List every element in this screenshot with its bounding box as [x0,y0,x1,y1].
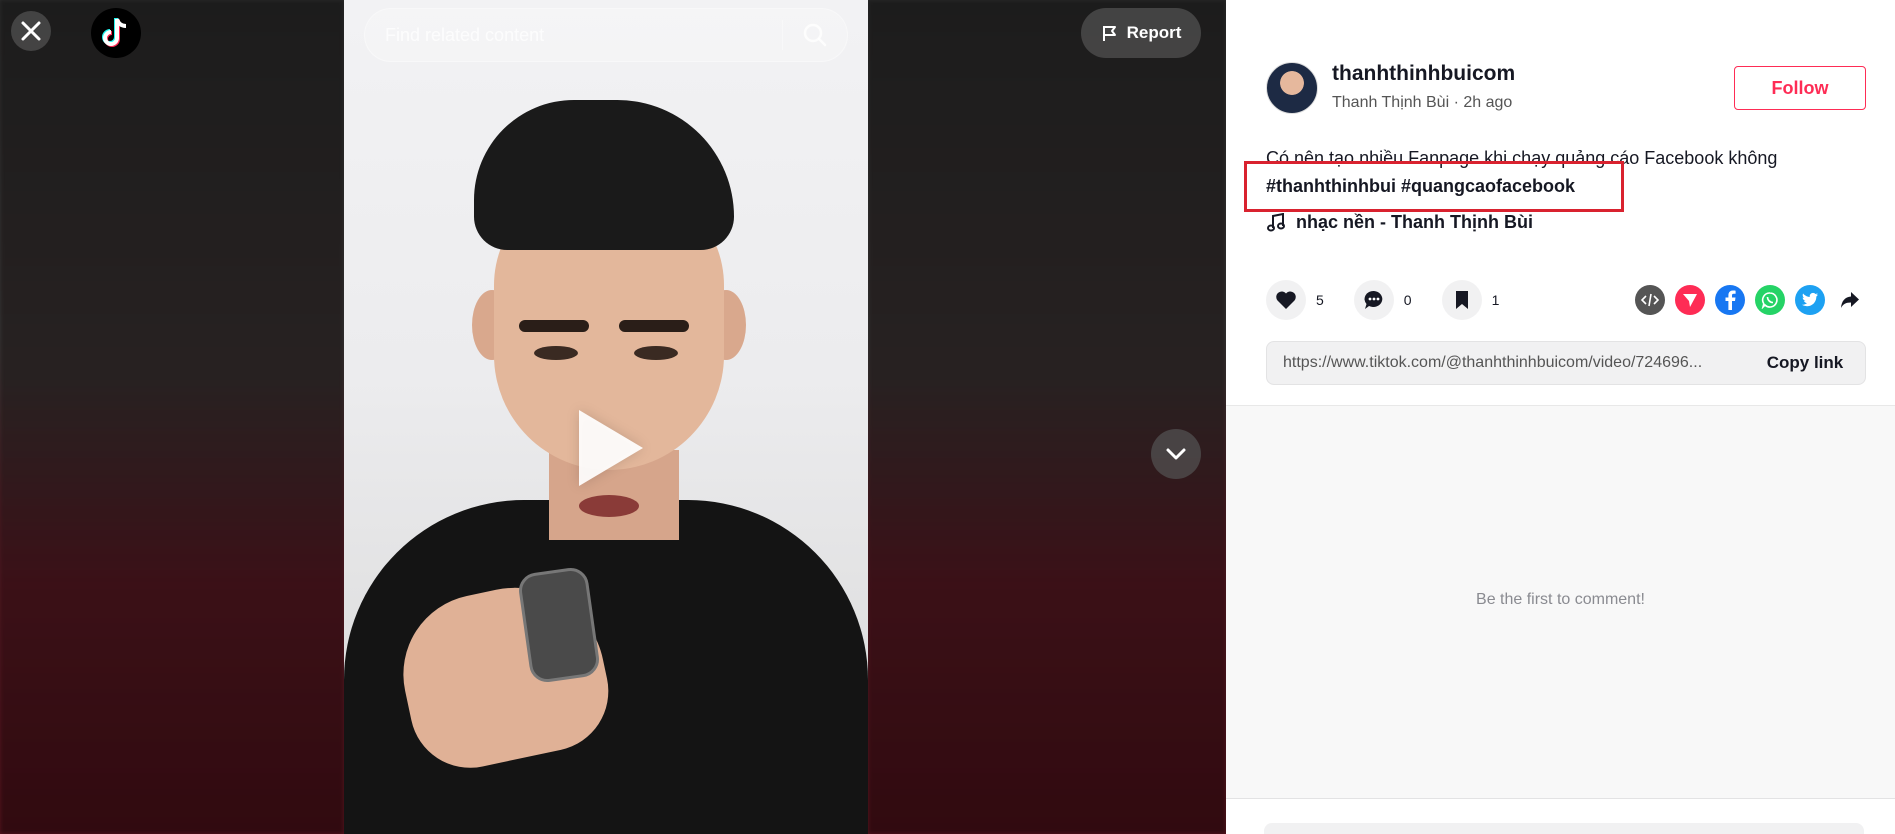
blurred-background-right [868,0,1226,834]
next-video-button[interactable] [1151,429,1201,479]
heart-icon [1276,291,1296,309]
comments-list: Be the first to comment! [1226,405,1895,798]
video-details-panel: thanhthinhbuicom Thanh Thịnh Bùi · 2h ag… [1226,0,1895,834]
copy-link-button[interactable]: Copy link [1745,353,1865,373]
flag-icon [1102,26,1116,41]
report-label: Report [1126,23,1182,42]
search-input[interactable] [365,24,782,46]
comment-icon [1364,290,1383,309]
close-icon [21,21,41,41]
comment-input-bar [1226,798,1895,834]
highlight-annotation [1244,161,1624,212]
music-info[interactable]: nhạc nền - Thanh Thịnh Bùi [1266,212,1533,233]
microphone [516,565,602,685]
music-note-icon [1267,212,1285,231]
author-username[interactable]: thanhthinhbuicom [1332,62,1515,86]
save-count: 1 [1491,292,1500,308]
play-icon[interactable] [579,410,643,486]
author-meta: Thanh Thịnh Bùi · 2h ago [1332,94,1513,111]
tiktok-logo[interactable] [91,8,141,58]
like-button[interactable] [1266,280,1306,320]
close-button[interactable] [11,11,51,51]
send-icon [1683,294,1697,307]
more-share-button[interactable] [1835,285,1865,315]
avatar[interactable] [1266,62,1318,114]
search-button[interactable] [783,8,847,62]
action-bar: 5 0 1 [1266,280,1529,320]
chevron-down-icon [1166,448,1186,460]
save-button[interactable] [1441,280,1482,320]
send-to-friends-button[interactable] [1675,285,1705,315]
search-bar [364,8,848,62]
tiktok-logo-icon [102,18,127,47]
copy-link-row: https://www.tiktok.com/@thanhthinhbuicom… [1266,341,1866,385]
whatsapp-share-button[interactable] [1755,285,1785,315]
music-title: nhạc nền - Thanh Thịnh Bùi [1296,212,1533,232]
video-url: https://www.tiktok.com/@thanhthinhbuicom… [1283,354,1703,371]
video-player-area[interactable]: Report [0,0,1226,834]
blurred-background-left [0,0,344,834]
embed-button[interactable] [1635,285,1665,315]
twitter-share-button[interactable] [1795,285,1825,315]
facebook-share-button[interactable] [1715,285,1745,315]
share-arrow-icon [1841,292,1859,308]
twitter-icon [1802,292,1818,307]
empty-comments-message: Be the first to comment! [1476,591,1645,608]
follow-button[interactable]: Follow [1734,66,1866,110]
facebook-icon [1725,290,1736,310]
comment-input[interactable] [1264,823,1864,834]
embed-icon [1641,293,1659,307]
bookmark-icon [1455,291,1468,309]
comment-button[interactable] [1353,280,1394,320]
report-button[interactable]: Report [1081,8,1201,58]
comment-count: 0 [1403,292,1412,308]
whatsapp-icon [1761,292,1778,309]
share-row [1635,285,1865,315]
search-icon [803,23,827,47]
like-count: 5 [1316,292,1324,308]
